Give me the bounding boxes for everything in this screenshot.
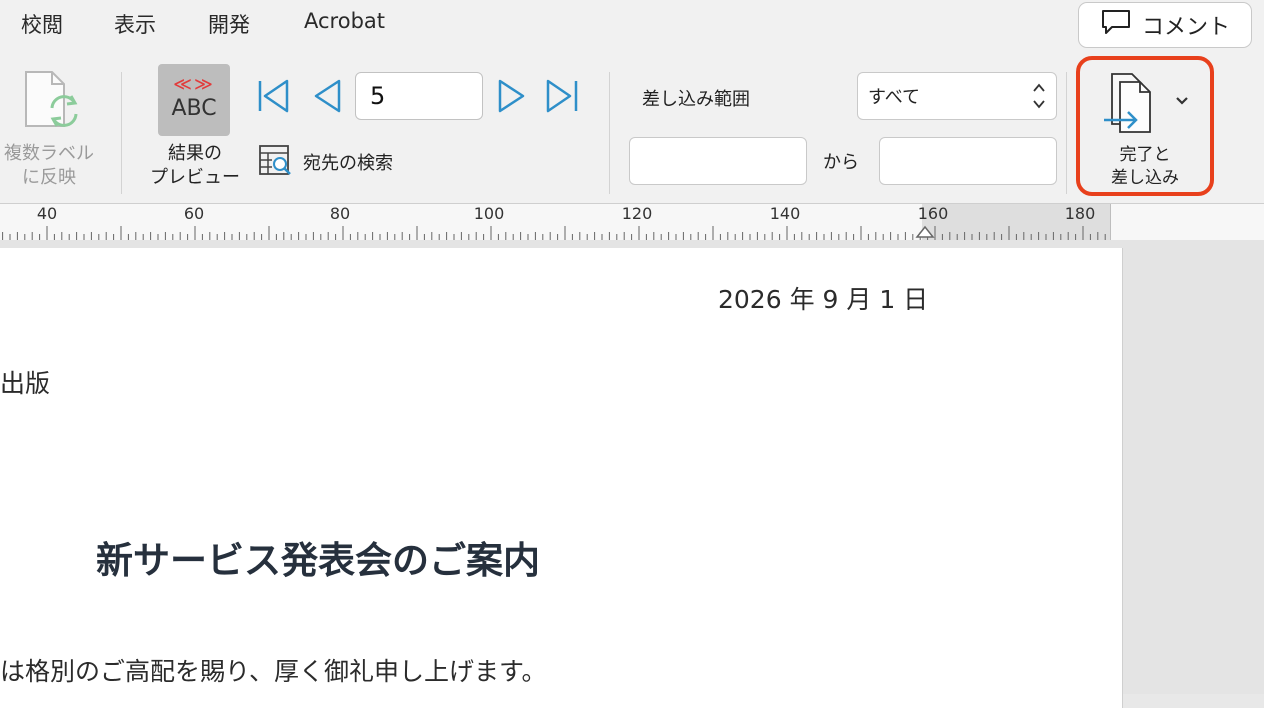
first-record-icon[interactable] <box>257 78 291 118</box>
chevron-down-icon[interactable] <box>1174 92 1190 111</box>
tab-view[interactable]: 表示 <box>114 9 156 39</box>
document-page[interactable]: 2026 年 9 月 1 日 出版 新サービス発表会のご案内 は格別のご高配を賜… <box>0 248 1123 708</box>
document-refresh-icon <box>22 68 84 138</box>
document-area: 2026 年 9 月 1 日 出版 新サービス発表会のご案内 は格別のご高配を賜… <box>0 240 1264 708</box>
find-recipient-label: 宛先の検索 <box>303 153 393 174</box>
body-text-fragment: は格別のご高配を賜り、厚く御礼申し上げます。 <box>0 657 547 686</box>
finish-and-merge-button[interactable]: 完了と 差し込み <box>1076 56 1214 196</box>
horizontal-ruler[interactable]: 40 60 80 100 120 140 160 180 <box>0 204 1264 241</box>
multi-label-line1: 複数ラベル <box>4 143 94 164</box>
ruler-label: 160 <box>917 204 949 223</box>
sender-organization-fragment: 出版 <box>0 369 51 398</box>
preview-label-line1: 結果の <box>168 143 222 164</box>
ruler-label: 180 <box>1064 204 1096 223</box>
ruler-label: 100 <box>473 204 505 223</box>
record-number-input[interactable] <box>355 72 483 120</box>
divider <box>609 72 610 194</box>
tab-developer[interactable]: 開発 <box>208 9 250 39</box>
divider <box>1066 72 1067 194</box>
previous-record-icon[interactable] <box>312 78 342 118</box>
comment-icon <box>1100 8 1132 42</box>
ruler-end-area <box>1110 204 1264 240</box>
document-date: 2026 年 9 月 1 日 <box>718 285 929 314</box>
tab-review[interactable]: 校閲 <box>21 9 63 39</box>
ruler-label: 140 <box>769 204 801 223</box>
merge-range-label: 差し込み範囲 <box>642 89 750 110</box>
comment-button[interactable]: コメント <box>1078 2 1252 48</box>
ruler-label: 120 <box>621 204 653 223</box>
merge-range-select[interactable]: すべて <box>857 72 1057 120</box>
comment-label: コメント <box>1141 15 1230 40</box>
from-label: から <box>823 152 859 173</box>
preview-arrows: ≪≫ <box>173 74 215 95</box>
ruler-label: 80 <box>329 204 351 223</box>
finish-label-line1: 完了と <box>1119 145 1171 165</box>
document-title: 新サービス発表会のご案内 <box>96 539 540 582</box>
ribbon: 校閲 表示 開発 Acrobat コメント 複数ラベル に反映 ≪≫ ABC 結… <box>0 0 1264 204</box>
last-record-icon[interactable] <box>545 78 579 118</box>
find-recipient-icon <box>258 143 292 181</box>
finish-merge-icon <box>1102 72 1164 142</box>
next-record-icon[interactable] <box>497 78 527 118</box>
multi-label-line2: に反映 <box>22 167 76 188</box>
ruler-label: 60 <box>183 204 205 223</box>
finish-label-line2: 差し込み <box>1111 168 1179 188</box>
preview-abc: ABC <box>171 96 217 121</box>
range-start-input[interactable] <box>629 137 807 185</box>
tab-acrobat[interactable]: Acrobat <box>304 9 385 33</box>
divider <box>121 72 122 194</box>
preview-icon: ≪≫ ABC <box>158 64 230 136</box>
merge-range-value: すべて <box>868 87 921 108</box>
range-end-input[interactable] <box>879 137 1057 185</box>
ruler-label: 40 <box>36 204 58 223</box>
chevron-updown-icon <box>1032 80 1046 116</box>
preview-label-line2: プレビュー <box>150 167 240 188</box>
